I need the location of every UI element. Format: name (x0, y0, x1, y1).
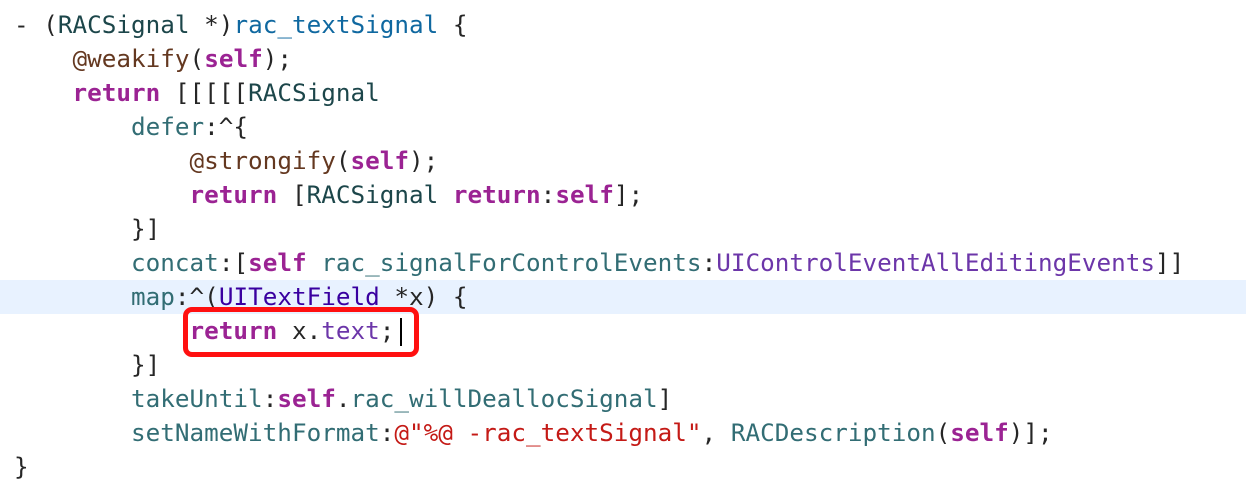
code-token-plain: ]] (1155, 248, 1185, 277)
code-line[interactable]: map:^(UITextField *x) { (0, 280, 1246, 314)
code-line[interactable]: setNameWithFormat:@"%@ -rac_textSignal",… (0, 416, 1246, 450)
code-token-kw: self (277, 384, 336, 413)
code-line[interactable]: } (0, 450, 1246, 484)
code-token-sysclass: UITextField (218, 282, 380, 311)
code-token-plain: . (335, 384, 351, 413)
code-token-plain: *x) { (379, 282, 468, 311)
code-token-plain: }] (14, 350, 161, 379)
code-line[interactable]: return [[[[[RACSignal (0, 76, 1246, 110)
text-cursor (400, 318, 402, 346)
code-token-kw: self (350, 146, 409, 175)
code-token-plain: [[[[[ (160, 78, 249, 107)
code-token-plain: : (262, 384, 278, 413)
code-token-kw: return (72, 78, 161, 107)
code-editor[interactable]: - (RACSignal *)rac_textSignal { @weakify… (0, 8, 1246, 484)
code-token-plain: ] (657, 384, 673, 413)
code-line[interactable]: takeUntil:self.rac_willDeallocSignal] (0, 382, 1246, 416)
code-line[interactable]: concat:[self rac_signalForControlEvents:… (0, 246, 1246, 280)
code-token-plain: ( (935, 418, 951, 447)
code-token-kw: self (204, 44, 263, 73)
code-token-decl: rac_textSignal (233, 10, 439, 39)
code-token-plain: *) (189, 10, 234, 39)
code-token-plain: }] (14, 214, 161, 243)
code-token-method: concat (131, 248, 219, 277)
code-line[interactable]: }] (0, 212, 1246, 246)
code-token-plain: - ( (14, 10, 58, 39)
code-token-plain: ( (335, 146, 351, 175)
code-token-method: rac_willDeallocSignal (350, 384, 658, 413)
code-token-kw: return (189, 316, 278, 345)
code-token-plain: } (14, 452, 29, 481)
code-token-plain: ; (379, 316, 395, 345)
code-token-kw: return (452, 180, 541, 209)
code-token-plain: ( (189, 44, 205, 73)
code-token-sysconst: UIControlEventAllEditingEvents (716, 248, 1156, 277)
code-line[interactable]: - (RACSignal *)rac_textSignal { (0, 8, 1246, 42)
code-token-plain: [ (277, 180, 307, 209)
code-token-plain: x. (277, 316, 322, 345)
code-token-type: RACSignal (248, 78, 380, 107)
code-token-type: RACSignal (57, 10, 190, 39)
code-line[interactable]: defer:^{ (0, 110, 1246, 144)
code-token-method: rac_signalForControlEvents (321, 248, 702, 277)
code-token-plain: ); (262, 44, 292, 73)
code-token-plain: )]; (1008, 418, 1053, 447)
code-token-plain: : (540, 180, 556, 209)
code-line[interactable]: @weakify(self); (0, 42, 1246, 76)
code-token-plain: ); (408, 146, 439, 175)
code-token-method: takeUntil (131, 384, 263, 413)
code-token-method: defer (131, 112, 205, 141)
code-token-plain: { (438, 10, 468, 39)
code-token-kw: return (189, 180, 278, 209)
code-token-macro: @weakify (72, 44, 190, 73)
code-token-kw: self (555, 180, 614, 209)
code-line[interactable]: @strongify(self); (0, 144, 1246, 178)
code-token-plain: : (379, 418, 395, 447)
code-token-method: map (131, 282, 175, 311)
code-token-kw: self (248, 248, 307, 277)
code-token-plain: : (701, 248, 717, 277)
code-token-macro: @strongify (189, 146, 336, 175)
code-token-plain: :[ (218, 248, 249, 277)
code-token-plain: :^{ (204, 112, 249, 141)
code-token-str: @"%@ -rac_textSignal" (394, 418, 702, 447)
code-line[interactable]: return [RACSignal return:self]; (0, 178, 1246, 212)
code-token-plain: :^( (174, 282, 219, 311)
code-token-sysconst: text (321, 316, 380, 345)
code-token-method: setNameWithFormat (131, 418, 380, 447)
code-line[interactable]: return x.text; (0, 314, 1246, 348)
code-token-method: RACDescription (730, 418, 936, 447)
code-token-plain: , (701, 418, 731, 447)
code-token-plain: ]; (613, 180, 644, 209)
code-line[interactable]: }] (0, 348, 1246, 382)
code-token-kw: self (950, 418, 1009, 447)
code-token-type: RACSignal (306, 180, 439, 209)
